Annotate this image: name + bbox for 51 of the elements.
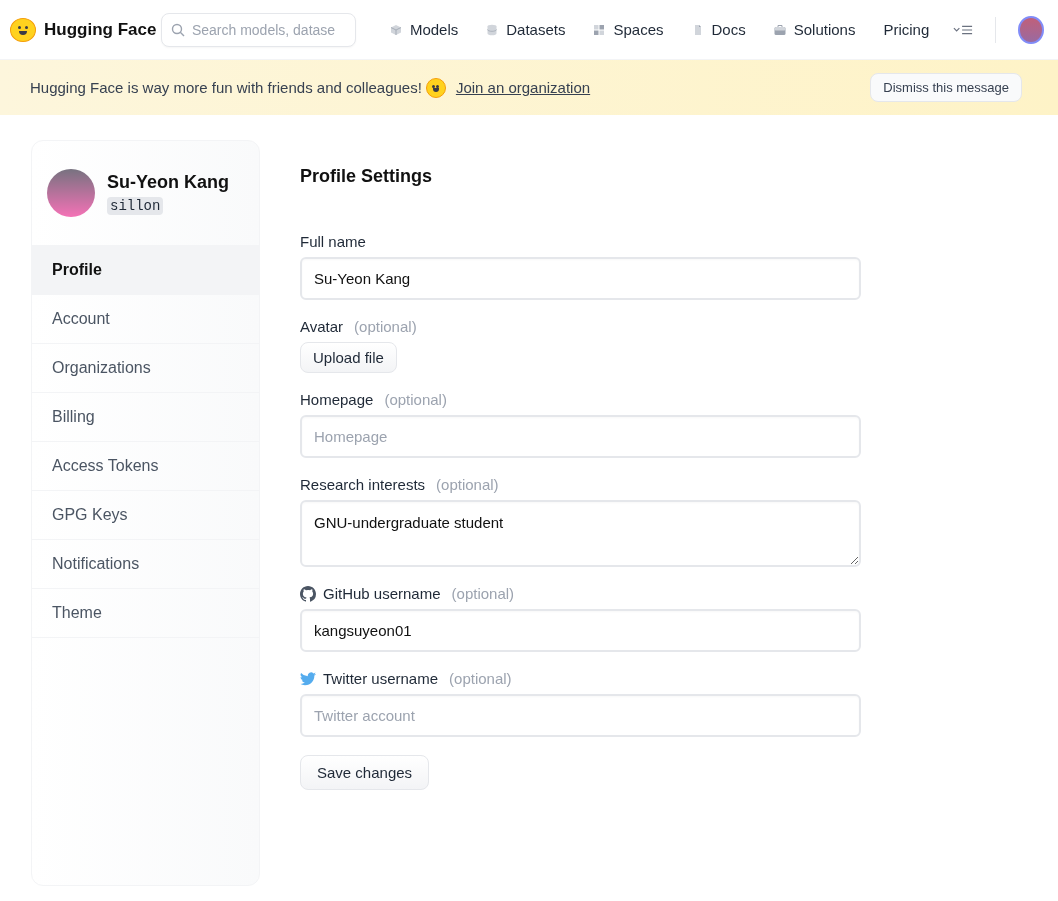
cube-icon [389, 23, 402, 36]
sidebar-item[interactable]: Theme [32, 589, 259, 638]
page-title: Profile Settings [300, 166, 434, 187]
input-field[interactable]: Homepage [300, 415, 861, 458]
menu-icon[interactable] [953, 23, 974, 36]
sidebar-item[interactable]: GPG Keys [32, 491, 259, 540]
field-label: Avatar [300, 318, 344, 335]
nav-link[interactable]: Solutions [773, 21, 856, 38]
field-label: Research interests [300, 476, 426, 493]
username-tag: sillon [107, 196, 164, 215]
input-field[interactable]: kangsuyeon01 [300, 609, 861, 652]
database-icon [486, 23, 499, 36]
input-field[interactable]: Su-Yeon Kang [300, 257, 861, 300]
field-label: GitHub username [323, 585, 441, 602]
sidebar-item[interactable]: Billing [32, 393, 259, 442]
user-avatar[interactable] [1018, 15, 1044, 44]
briefcase-icon [773, 23, 786, 36]
optional-hint: (optional) [451, 585, 515, 602]
save-changes-button[interactable]: Save changes [300, 755, 430, 790]
search-field[interactable]: Search models, datase [160, 12, 356, 47]
field-label: Twitter username [323, 670, 439, 687]
sidebar-item[interactable]: Access Tokens [32, 442, 259, 491]
hugging-face-logo-icon[interactable] [10, 17, 36, 42]
hugging-face-emoji-icon [425, 77, 446, 98]
nav-link[interactable]: Spaces [593, 21, 664, 38]
upload-file-button[interactable]: Upload file [300, 342, 397, 373]
field-label: Full name [300, 233, 366, 250]
optional-hint: (optional) [436, 476, 499, 493]
dismiss-button[interactable]: Dismiss this message [870, 73, 1022, 102]
sidebar-item[interactable]: Organizations [32, 344, 259, 393]
grid-icon [593, 23, 606, 36]
optional-hint: (optional) [449, 670, 512, 687]
sidebar-item[interactable]: Profile [32, 246, 259, 295]
profile-avatar [47, 169, 95, 217]
input-field[interactable]: GNU-undergraduate student [300, 500, 861, 567]
nav-link[interactable]: Pricing [883, 21, 930, 38]
field-label: Homepage [300, 391, 374, 408]
nav-link[interactable]: Models [389, 21, 459, 38]
bird-icon [300, 671, 316, 686]
input-field[interactable]: Twitter account [300, 694, 861, 737]
join-organization-link[interactable]: Join an organization [455, 79, 591, 96]
profile-name: Su-Yeon Kang [107, 171, 229, 193]
optional-hint: (optional) [384, 391, 447, 408]
optional-hint: (optional) [354, 318, 417, 335]
nav-link[interactable]: Docs [691, 21, 746, 38]
nav-link[interactable]: Datasets [486, 21, 566, 38]
brand-name[interactable]: Hugging Face [44, 19, 157, 40]
github-icon [300, 585, 316, 602]
sidebar-item[interactable]: Notifications [32, 540, 259, 589]
banner-message: Hugging Face is way more fun with friends and colleagues! [30, 79, 422, 96]
sidebar-item[interactable]: Account [32, 295, 259, 344]
